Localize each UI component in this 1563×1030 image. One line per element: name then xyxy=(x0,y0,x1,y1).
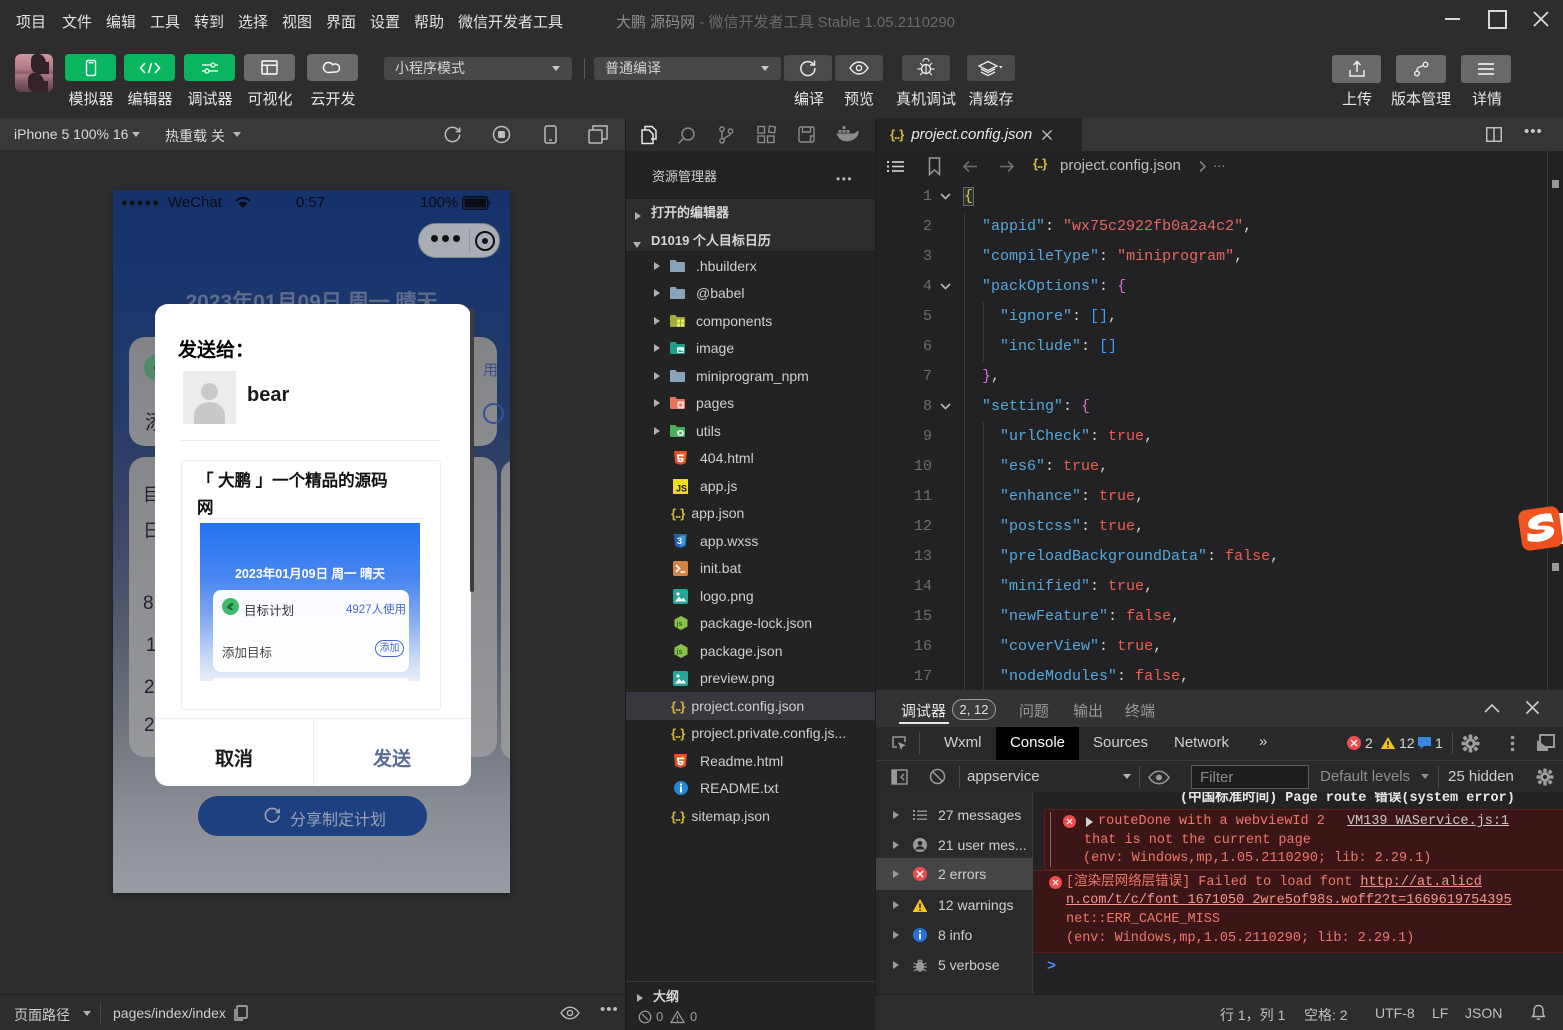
svg-text:js: js xyxy=(676,649,683,656)
svg-text:JS: JS xyxy=(676,483,687,493)
svg-text:js: js xyxy=(676,621,683,628)
svg-text:3: 3 xyxy=(677,536,682,546)
